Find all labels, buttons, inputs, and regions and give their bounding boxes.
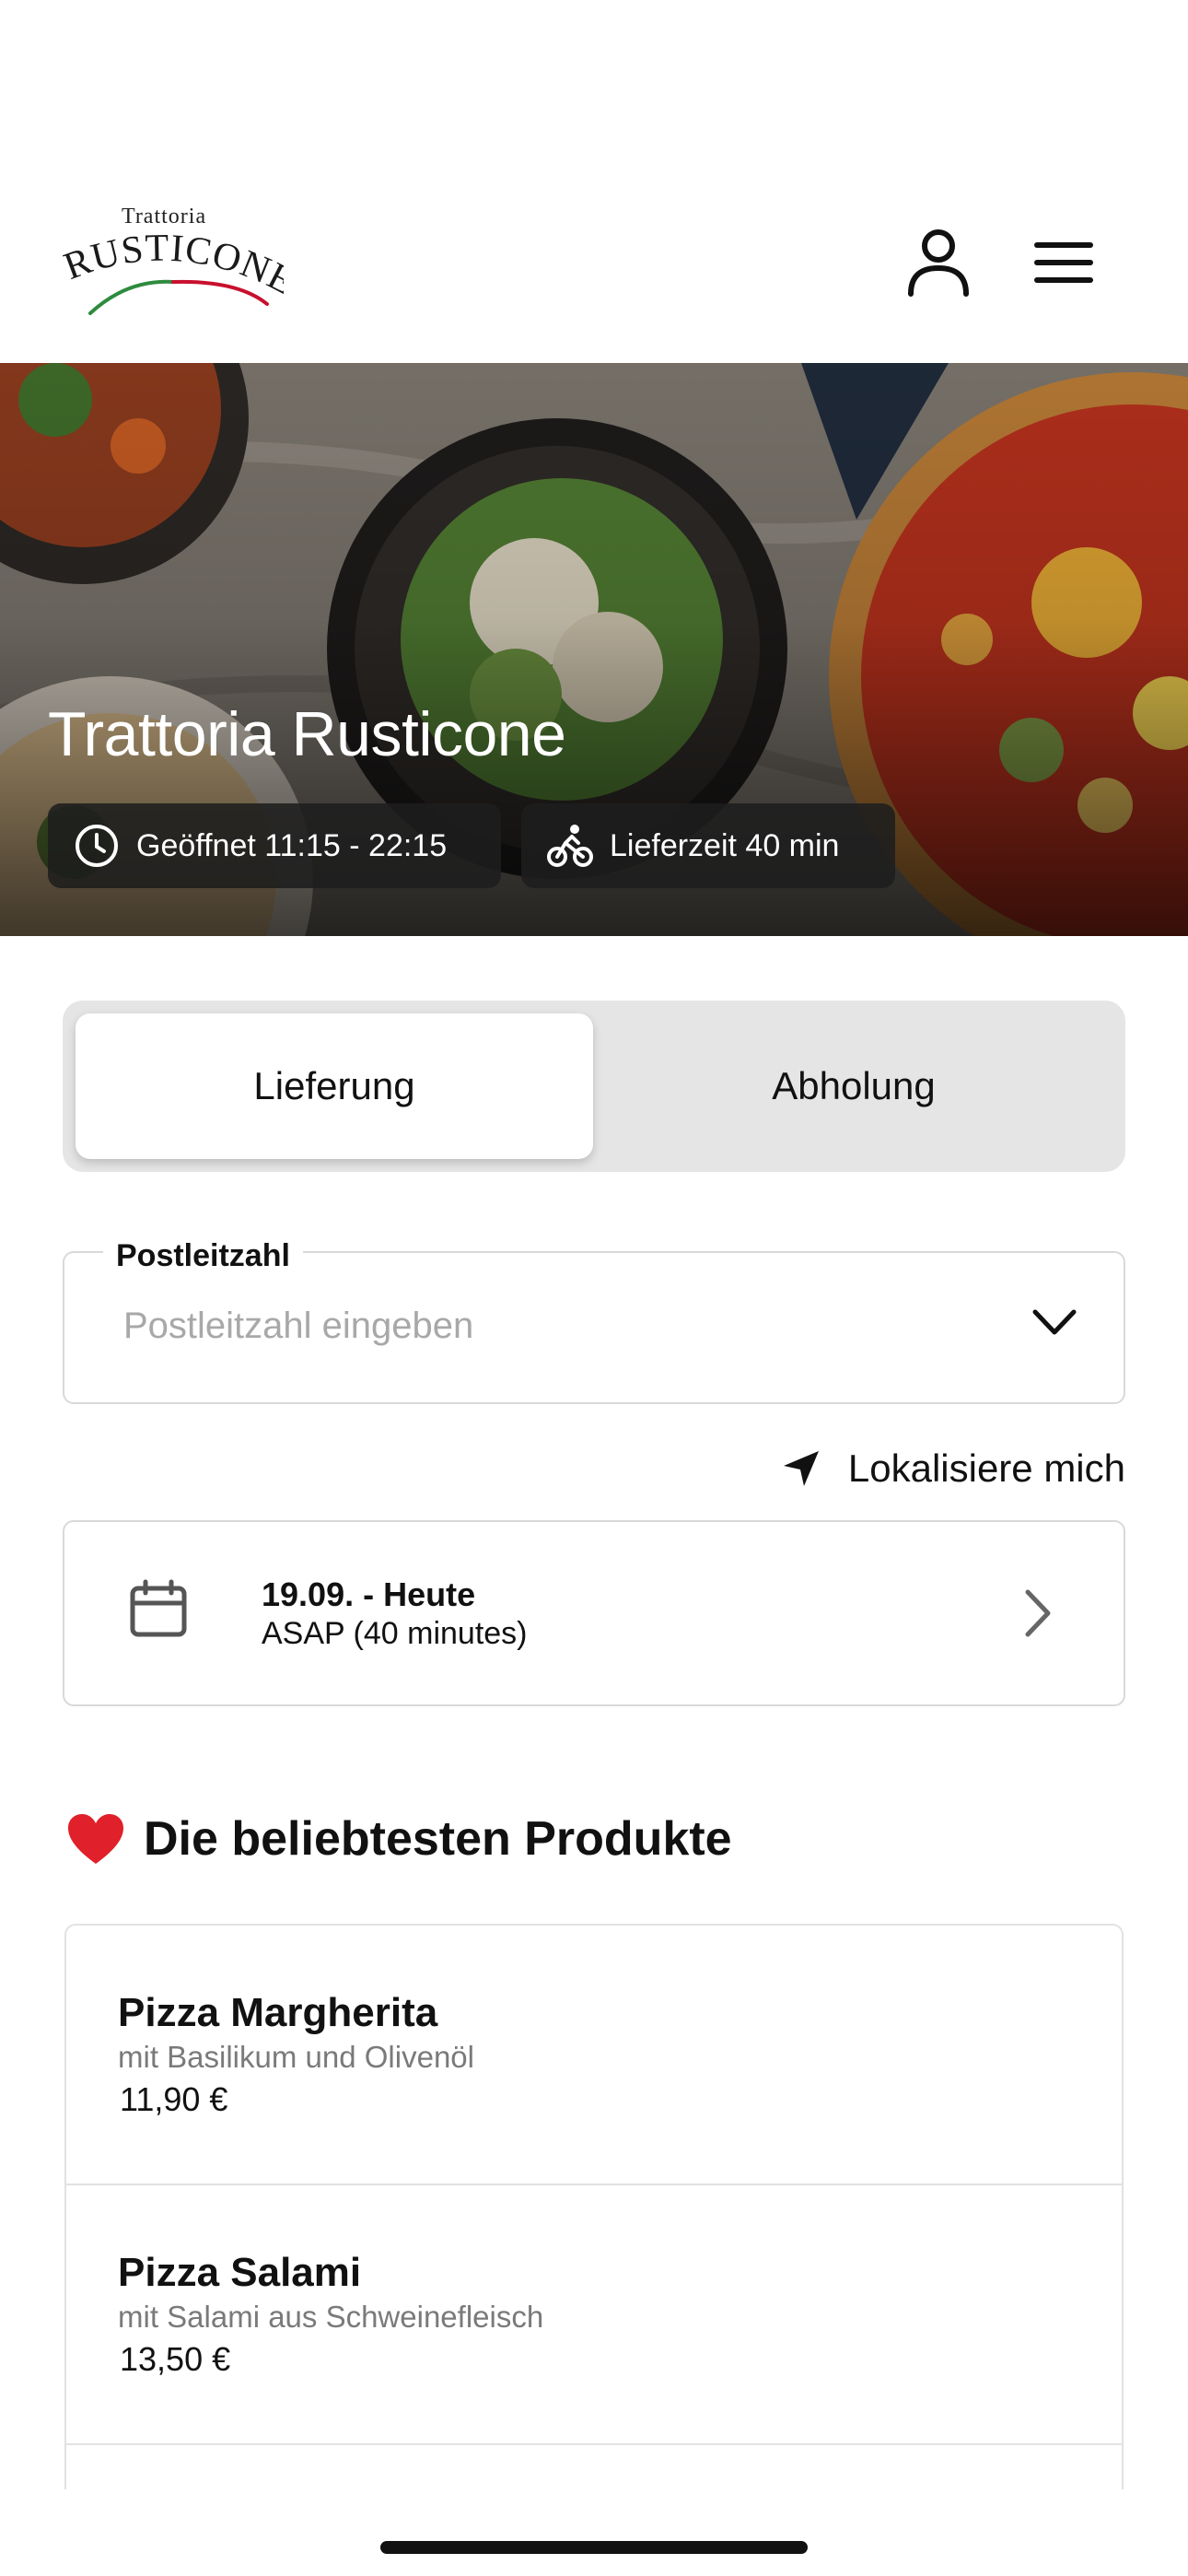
logo-wordmark: RUSTICONE	[63, 228, 284, 315]
product-description: mit Salami aus Schweinefleisch	[118, 2300, 544, 2334]
product-card[interactable]: Pizza Margherita mit Basilikum und Olive…	[64, 1924, 1124, 2184]
product-card-partial[interactable]	[64, 2443, 1124, 2489]
popular-products-heading: Die beliebtesten Produkte	[66, 1811, 732, 1867]
clock-icon	[76, 825, 118, 867]
selected-date: 19.09. - Heute	[262, 1575, 476, 1613]
opening-hours-text: Geöffnet 11:15 - 22:15	[136, 827, 448, 863]
selected-time: ASAP (40 minutes)	[262, 1616, 528, 1651]
restaurant-title: Trattoria Rusticone	[48, 699, 566, 769]
product-description: mit Basilikum und Olivenöl	[118, 2040, 474, 2074]
product-price: 13,50 €	[120, 2340, 231, 2378]
pickup-tab[interactable]: Abholung	[595, 1013, 1112, 1159]
postal-code-input[interactable]	[122, 1305, 954, 1348]
calendar-icon	[130, 1579, 187, 1637]
delivery-tab[interactable]: Lieferung	[76, 1013, 593, 1159]
account-button[interactable]	[897, 221, 980, 304]
delivery-time-text: Lieferzeit 40 min	[610, 827, 840, 863]
bicycle-icon	[547, 825, 593, 867]
locate-me-label: Lokalisiere mich	[847, 1446, 1125, 1490]
chevron-right-icon	[1025, 1589, 1051, 1637]
opening-hours-chip: Geöffnet 11:15 - 22:15	[48, 803, 501, 888]
product-price: 11,90 €	[120, 2080, 228, 2118]
menu-button[interactable]	[1022, 221, 1105, 304]
home-indicator[interactable]	[380, 2541, 808, 2554]
product-name: Pizza Margherita	[118, 1990, 438, 2035]
delivery-time-chip: Lieferzeit 40 min	[521, 803, 895, 888]
user-icon	[908, 229, 969, 297]
postal-code-label: Postleitzahl	[103, 1238, 303, 1274]
popular-products-title: Die beliebtesten Produkte	[144, 1812, 732, 1866]
product-card[interactable]: Pizza Salami mit Salami aus Schweineflei…	[64, 2184, 1124, 2443]
heart-icon	[68, 1814, 123, 1864]
restaurant-logo[interactable]: Trattoria RUSTICONE	[63, 201, 284, 321]
locate-me-button[interactable]: Lokalisiere mich	[782, 1446, 1125, 1491]
logo-small-text: Trattoria	[122, 205, 207, 228]
location-arrow-icon	[783, 1451, 819, 1486]
order-mode-toggle: Lieferung Abholung	[63, 1001, 1125, 1172]
hamburger-menu-icon	[1034, 242, 1093, 283]
delivery-time-selector[interactable]: 19.09. - Heute ASAP (40 minutes)	[63, 1520, 1125, 1706]
product-name: Pizza Salami	[118, 2250, 362, 2295]
chevron-down-icon[interactable]	[1031, 1306, 1077, 1338]
